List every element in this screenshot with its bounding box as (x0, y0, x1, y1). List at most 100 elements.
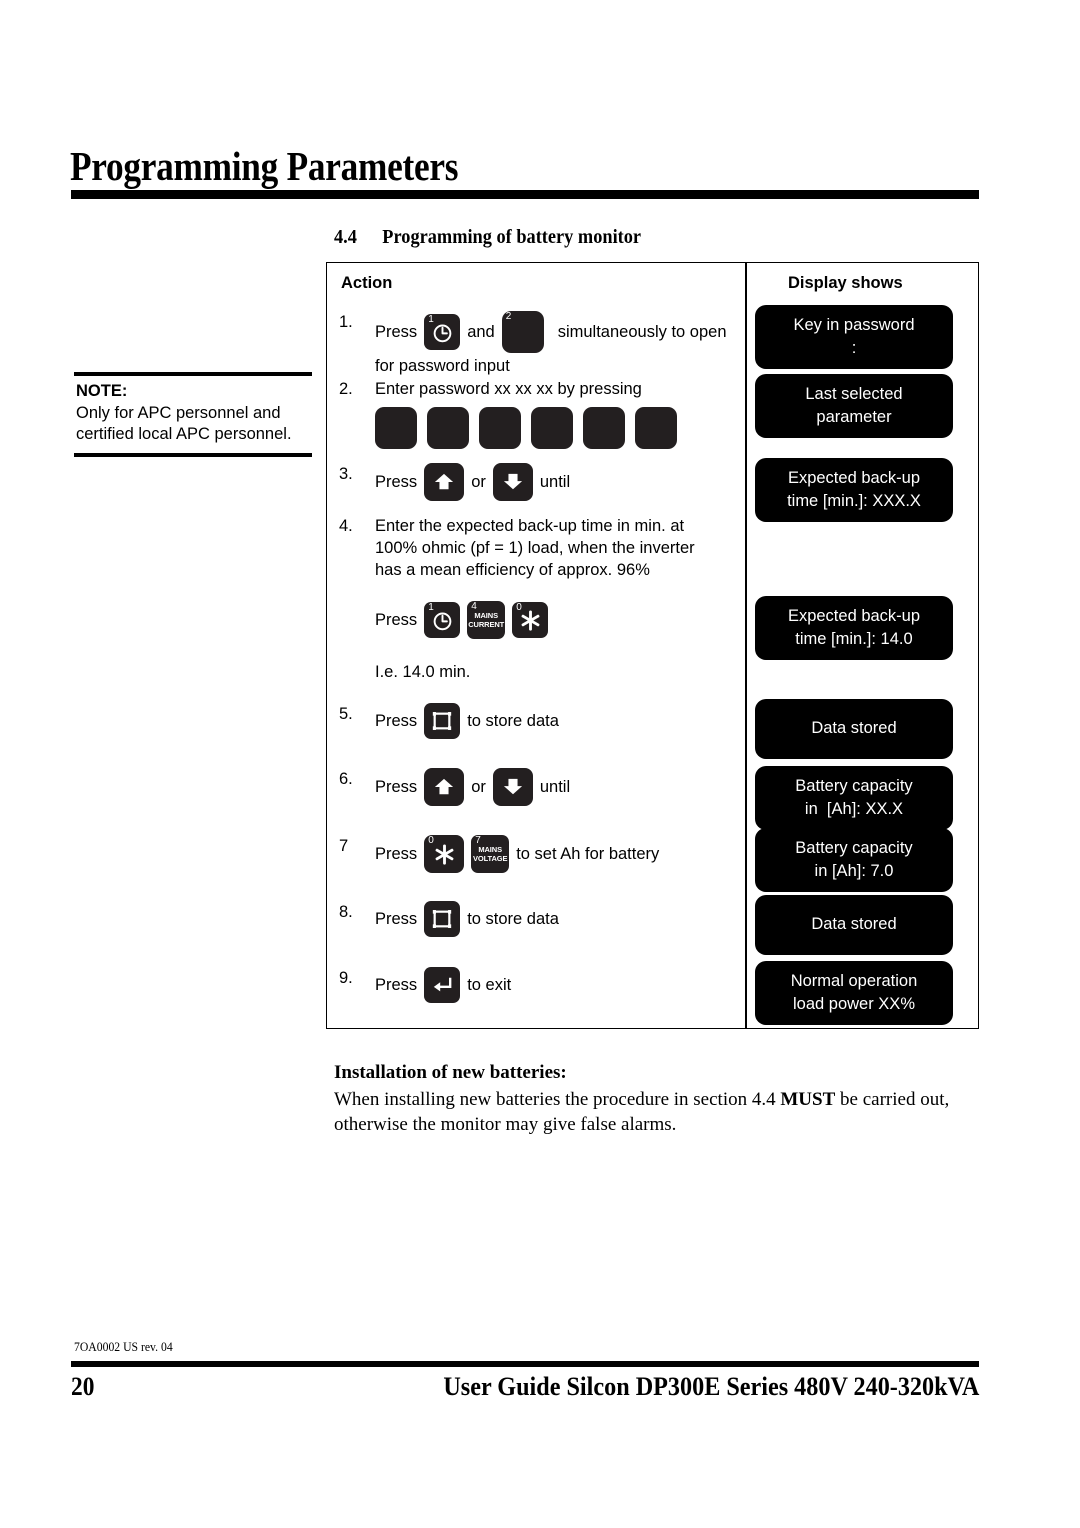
key-password-6[interactable] (635, 407, 677, 449)
table-column-divider (745, 263, 747, 1028)
step-press-label: Press (375, 323, 418, 341)
display-line-1: Battery capacity (795, 777, 913, 795)
key-password-4[interactable] (531, 407, 573, 449)
display-panel-3: Expected back-up time [min.]: XXX.X (755, 458, 953, 522)
step-press-label: Press (375, 778, 418, 796)
key-password-1[interactable] (375, 407, 417, 449)
display-line-2: : (851, 339, 857, 357)
section-heading: 4.4 Programming of battery monitor (334, 227, 641, 249)
key-arrow-down[interactable] (492, 463, 533, 501)
display-panel-9: Normal operation load power XX% (755, 961, 953, 1025)
table-header-action: Action (341, 274, 393, 292)
display-line-2: time [min.]: 14.0 (795, 630, 913, 648)
step-until-label: until (539, 778, 571, 796)
step-number: 2. (339, 380, 353, 398)
installation-body-line-2: otherwise the monitor may give false ala… (334, 1114, 677, 1135)
display-panel-6: Battery capacity in [Ah]: XX.X (755, 766, 953, 830)
key-arrow-up[interactable] (424, 463, 465, 501)
key-label: MAINS CURRENT (467, 611, 505, 629)
document-code: 7OA0002 US rev. 04 (74, 1339, 173, 1354)
section-title: Programming of battery monitor (382, 227, 642, 248)
key-asterisk-0[interactable]: 0 (512, 602, 549, 638)
display-line-2: in [Ah]: XX.X (804, 800, 904, 818)
step-text-line-2: 100% ohmic (pf = 1) load, when the inver… (375, 539, 695, 557)
procedure-table: Action Display shows 1. Press 1 and 2 si… (326, 262, 979, 1029)
table-row: 3. Press or until (339, 463, 739, 501)
step-and-label: and (467, 323, 495, 341)
key-store-data[interactable] (424, 901, 461, 937)
installation-body-emphasis: MUST (780, 1089, 836, 1110)
installation-body-part-2: be carried out, (835, 1089, 950, 1110)
step-number: 9. (339, 969, 353, 987)
note-line-2: certified local APC personnel. (76, 425, 292, 443)
asterisk-icon (512, 602, 548, 638)
store-icon (424, 703, 460, 739)
step-number: 1. (339, 313, 353, 331)
page-number: 20 (71, 1372, 95, 1401)
key-asterisk-0[interactable]: 0 (424, 835, 465, 873)
key-enter-exit[interactable] (424, 967, 461, 1003)
table-row: 8. Press to store data (339, 901, 739, 937)
step-number: 7 (339, 837, 349, 855)
display-panel-2: Last selected parameter (755, 374, 953, 438)
step-after-label: to exit (467, 976, 512, 994)
step-number: 6. (339, 770, 353, 788)
footer-guide-title: User Guide Silcon DP300E Series 480V 240… (442, 1372, 979, 1401)
key-blank-2[interactable]: 2 (501, 311, 544, 353)
arrow-down-icon (493, 768, 533, 806)
key-superscript: 2 (505, 311, 512, 322)
key-arrow-up[interactable] (424, 768, 465, 806)
key-arrow-down[interactable] (492, 768, 533, 806)
display-panel-7: Battery capacity in [Ah]: 7.0 (755, 828, 953, 892)
arrow-up-icon (424, 768, 464, 806)
step-number: 3. (339, 465, 353, 483)
step-example-text: I.e. 14.0 min. (375, 663, 471, 681)
key-store-data[interactable] (424, 703, 461, 739)
note-rule-bottom (74, 453, 312, 457)
key-label-line-2: VOLTAGE (472, 853, 508, 863)
table-row: 9. Press to exit (339, 967, 739, 1003)
key-password-3[interactable] (479, 407, 521, 449)
installation-title: Installation of new batteries: (334, 1062, 567, 1083)
step-press-label: Press (375, 845, 418, 863)
step-text-line-1: Enter the expected back-up time in min. … (375, 517, 685, 535)
step-press-label: Press (375, 712, 418, 730)
step-number: 4. (339, 517, 353, 535)
display-panel-4: Expected back-up time [min.]: 14.0 (755, 596, 953, 660)
table-row: 7 Press 0 7 MAINS VOLTAGE to set Ah for … (339, 835, 739, 873)
step-number: 5. (339, 705, 353, 723)
step-after-label: to store data (467, 712, 559, 730)
step-press-label: Press (375, 910, 418, 928)
installation-body-part-1: When installing new batteries the proced… (334, 1089, 781, 1110)
password-key-row (375, 407, 739, 449)
step-press-label: Press (375, 473, 418, 491)
table-row: 4. Enter the expected back-up time in mi… (339, 515, 739, 683)
table-row: 6. Press or until (339, 768, 739, 806)
step-text-line-1: Enter password xx xx xx by pressing (375, 380, 642, 398)
key-mains-voltage-7[interactable]: 7 MAINS VOLTAGE (471, 835, 510, 873)
step-text-line-1: simultaneously to open (557, 323, 727, 341)
store-icon (424, 901, 460, 937)
display-line-2: load power XX% (793, 995, 915, 1013)
table-row: 1. Press 1 and 2 simultaneously to open … (339, 311, 739, 377)
note-block: NOTE: Only for APC personnel and certifi… (74, 372, 312, 457)
step-until-label: until (539, 473, 571, 491)
display-line-2: parameter (816, 408, 892, 426)
key-password-5[interactable] (583, 407, 625, 449)
step-after-label: to set Ah for battery (516, 845, 660, 863)
step-number: 8. (339, 903, 353, 921)
display-panel-8: Data stored (755, 895, 953, 955)
key-clock-1[interactable]: 1 (424, 602, 461, 638)
table-row: 2. Enter password xx xx xx by pressing (339, 378, 739, 449)
display-line-2: time [min.]: XXX.X (787, 492, 921, 510)
display-line-2: in [Ah]: 7.0 (814, 862, 894, 880)
display-line-1: Last selected (805, 385, 903, 403)
step-text-line-2: for password input (375, 357, 510, 375)
clock-icon (424, 602, 460, 638)
step-press-label: Press (375, 976, 418, 994)
footer-rule (71, 1361, 979, 1367)
key-clock-1[interactable]: 1 (424, 314, 461, 350)
note-label: NOTE: (76, 382, 128, 400)
key-password-2[interactable] (427, 407, 469, 449)
key-mains-current-4[interactable]: 4 MAINS CURRENT (467, 601, 506, 639)
